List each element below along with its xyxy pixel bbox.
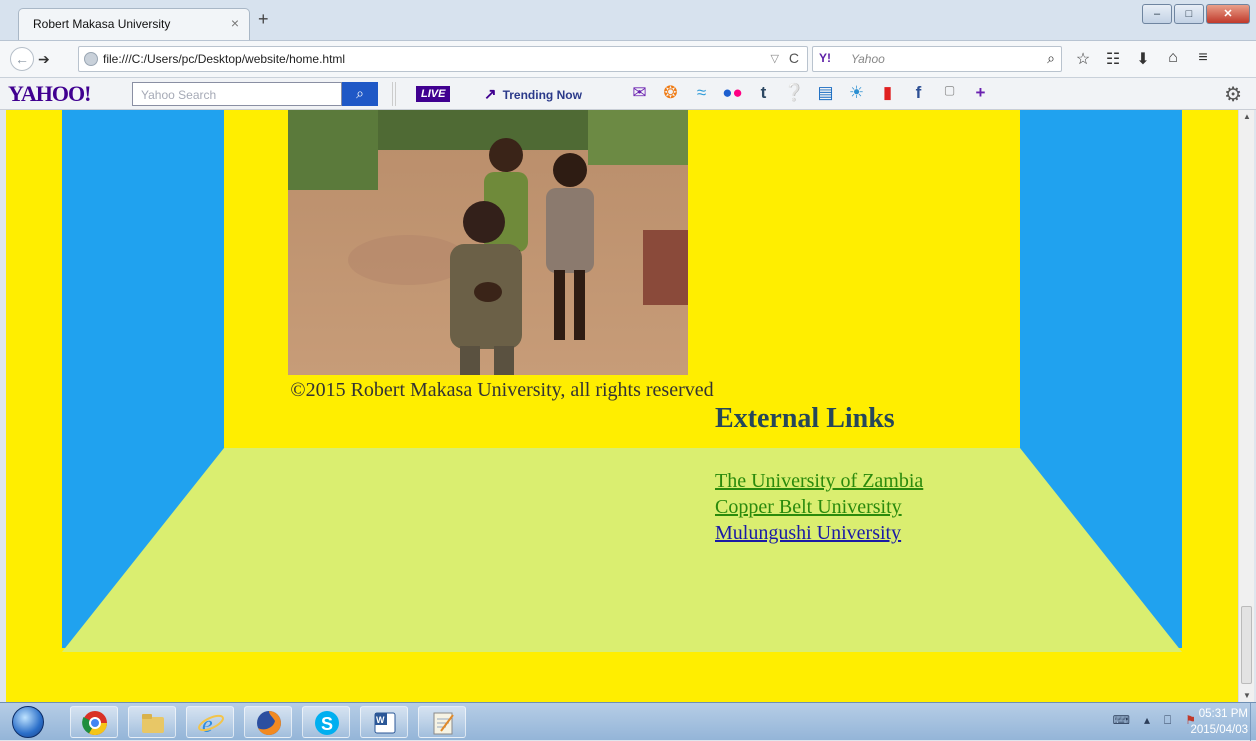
windows-taskbar: e S W ⌨ ▴ ⎕ ⚑ 05:31 PM 2015/04/03 [0, 702, 1256, 741]
yahoo-search-input[interactable]: Yahoo Search [132, 82, 342, 106]
link-mulungushi-university[interactable]: Mulungushi University [715, 520, 923, 546]
yahoo-search-button[interactable]: ⌕ [342, 82, 378, 106]
ie-icon: e [198, 712, 224, 737]
link-university-of-zambia[interactable]: The University of Zambia [715, 468, 923, 494]
start-button[interactable] [12, 706, 44, 738]
tab-strip: Robert Makasa University × + – □ ✕ [0, 0, 1256, 40]
word-icon: W [374, 712, 396, 734]
scroll-down-icon[interactable]: ▼ [1243, 691, 1251, 700]
search-icon[interactable]: ⌕ [1047, 50, 1055, 67]
svg-text:S: S [321, 714, 333, 734]
home-icon[interactable]: ⌂ [1158, 49, 1188, 71]
clock-time: 05:31 PM [1198, 708, 1248, 720]
maximize-button[interactable]: □ [1174, 4, 1204, 24]
taskbar-skype[interactable]: S [302, 706, 350, 738]
copyright-text: ©2015 Robert Makasa University, all righ… [290, 379, 714, 401]
link-copper-belt-university[interactable]: Copper Belt University [715, 494, 923, 520]
vertical-scrollbar[interactable]: ▲ ▼ [1238, 110, 1254, 702]
scroll-up-icon[interactable]: ▲ [1243, 112, 1251, 121]
tray-expand-icon[interactable]: ▴ [1144, 713, 1150, 728]
taskbar-internet-explorer[interactable]: e [186, 706, 234, 738]
navigation-bar: ← ➔ file:///C:/Users/pc/Desktop/website/… [0, 40, 1256, 78]
taskbar-explorer[interactable] [128, 706, 176, 738]
clock[interactable]: 05:31 PM 2015/04/03 [1190, 706, 1248, 738]
browser-search-bar[interactable]: Y! Yahoo ⌕ [812, 46, 1062, 72]
mail-icon[interactable]: ✉ [624, 83, 655, 105]
external-links-heading: External Links [715, 403, 895, 434]
keyboard-icon[interactable]: ⌨ [1113, 713, 1130, 728]
taskbar-notepad[interactable] [418, 706, 466, 738]
nav-toolbar-icons: ☆ ☷ ⬇ ⌂ ≡ [1068, 49, 1218, 71]
trending-now-button[interactable]: ↗ Trending Now [484, 85, 582, 103]
children-photo [288, 110, 688, 375]
folder-icon [142, 714, 164, 733]
scroll-thumb[interactable] [1241, 606, 1252, 684]
svg-text:e: e [202, 712, 213, 737]
bookmark-icon[interactable]: ▮ [872, 83, 903, 105]
toolbar-divider [392, 82, 396, 106]
live-button[interactable]: LIVE [416, 86, 451, 102]
download-icon[interactable]: ⬇ [1128, 49, 1158, 71]
finance-icon[interactable]: ≈ [686, 83, 717, 105]
taskbar-firefox[interactable] [244, 706, 292, 738]
trending-icon: ↗ [484, 86, 497, 103]
reload-icon[interactable]: C [789, 50, 799, 66]
dropdown-icon[interactable]: ▢ [934, 83, 965, 105]
answers-icon[interactable]: ❔ [779, 83, 810, 105]
globe-icon [84, 52, 98, 66]
yahoo-shortcut-icons: ✉ ❂ ≈ ●● t ❔ ▤ ☀ ▮ f ▢ + [624, 83, 996, 105]
chrome-icon [82, 711, 107, 736]
trending-label: Trending Now [502, 88, 582, 102]
skype-icon: S [315, 711, 339, 735]
show-desktop-button[interactable] [1250, 703, 1256, 741]
new-tab-button[interactable]: + [258, 9, 269, 30]
network-icon[interactable]: ⎕ [1164, 713, 1171, 728]
close-window-button[interactable]: ✕ [1206, 4, 1250, 24]
facebook-icon[interactable]: f [903, 83, 934, 105]
external-links-list: The University of Zambia Copper Belt Uni… [715, 468, 923, 546]
url-dropdown-icon[interactable]: ▽ [771, 52, 779, 65]
page-viewport: ©2015 Robert Makasa University, all righ… [6, 110, 1238, 702]
back-button[interactable]: ← [10, 47, 34, 71]
window-controls: – □ ✕ [1140, 4, 1250, 24]
reading-list-icon[interactable]: ☷ [1098, 49, 1128, 71]
notepad-icon [433, 712, 454, 735]
menu-icon[interactable]: ≡ [1188, 49, 1218, 71]
tab-robert-makasa[interactable]: Robert Makasa University × [18, 8, 250, 40]
svg-text:W: W [376, 715, 385, 725]
tumblr-icon[interactable]: t [748, 83, 779, 105]
yahoo-toolbar: YAHOO! Yahoo Search ⌕ LIVE ↗ Trending Now… [0, 78, 1256, 110]
tab-close-icon[interactable]: × [231, 15, 239, 31]
add-icon[interactable]: + [965, 83, 996, 105]
flickr-icon[interactable]: ●● [717, 83, 748, 105]
yahoo-logo[interactable]: YAHOO! [8, 81, 91, 107]
search-placeholder: Yahoo [851, 52, 885, 66]
system-tray: ⌨ ▴ ⎕ ⚑ [1099, 713, 1196, 728]
taskbar-word[interactable]: W [360, 706, 408, 738]
yahoo-engine-icon[interactable]: Y! [819, 51, 831, 65]
yahoo-search-placeholder: Yahoo Search [141, 88, 217, 102]
address-bar[interactable]: file:///C:/Users/pc/Desktop/website/home… [78, 46, 808, 72]
forward-button[interactable]: ➔ [38, 51, 50, 68]
sports-icon[interactable]: ❂ [655, 83, 686, 105]
firefox-icon [257, 711, 281, 735]
gear-icon[interactable]: ⚙ [1224, 82, 1242, 107]
tab-title: Robert Makasa University [33, 17, 171, 31]
minimize-button[interactable]: – [1142, 4, 1172, 24]
clock-date: 2015/04/03 [1190, 724, 1248, 736]
history-buttons: ← ➔ [10, 47, 74, 71]
weather-icon[interactable]: ☀ [841, 83, 872, 105]
taskbar-chrome[interactable] [70, 706, 118, 738]
bookmark-star-icon[interactable]: ☆ [1068, 49, 1098, 71]
news-icon[interactable]: ▤ [810, 83, 841, 105]
url-text[interactable]: file:///C:/Users/pc/Desktop/website/home… [103, 52, 345, 66]
